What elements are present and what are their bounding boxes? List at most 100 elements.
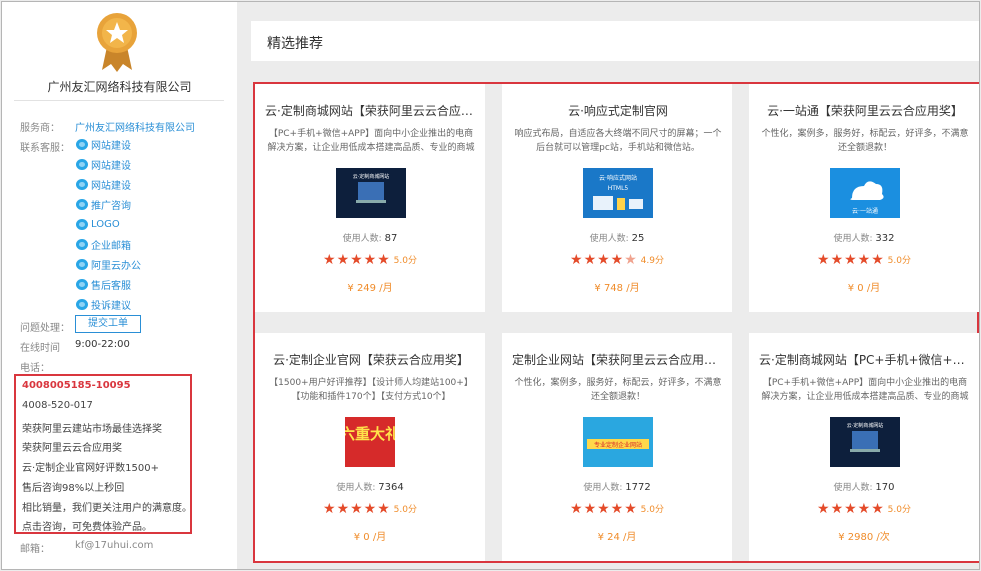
section-title: 精选推荐 [267, 36, 323, 52]
product-image-text: 云·定制商城网站 [847, 422, 884, 429]
support-item-aliyun-office[interactable]: 阿里云办公 [76, 256, 141, 272]
product-price: ¥ 24 /月 [597, 532, 637, 543]
seller-sidebar: 广州友汇网络科技有限公司 服务商： 广州友汇网络科技有限公司 联系客服： 网站建… [2, 2, 237, 569]
qq-icon [76, 238, 88, 250]
email-label: 邮箱： [20, 544, 50, 555]
product-price: ¥ 748 /月 [594, 283, 640, 294]
product-card[interactable]: 云·响应式定制官网 响应式布局，自适应各大终端不同尺寸的屏幕；一个后台就可以管理… [502, 84, 732, 312]
qq-icon [76, 178, 88, 190]
product-price: ¥ 0 /月 [847, 283, 881, 294]
product-image[interactable]: 六重大礼 [345, 417, 395, 467]
product-users: 使用人数: 7364 [336, 482, 404, 493]
product-rating: ★★★★★ 4.9分 [570, 252, 664, 268]
qq-icon [76, 278, 88, 290]
product-title[interactable]: 云·定制商城网站【荣获阿里云云合应用奖】 [265, 102, 477, 119]
product-card[interactable]: 云·一站通【荣获阿里云云合应用奖】 个性化，案例多，服务好，标配云，好评多，不满… [749, 84, 979, 312]
product-image-subtext: HTML5 [608, 185, 629, 192]
divider [14, 100, 224, 101]
product-users: 使用人数: 25 [589, 233, 645, 244]
info-line: 相比销量，我们更关注用户的满意度。 [22, 503, 192, 514]
product-price: ¥ 249 /月 [347, 283, 393, 294]
issue-label: 问题处理： [20, 323, 70, 334]
rating-stars-icon: ★★★★★ [817, 501, 885, 517]
product-users: 使用人数: 170 [833, 482, 895, 493]
support-item-website-2[interactable]: 网站建设 [76, 156, 131, 172]
support-label: 联系客服： [20, 143, 70, 154]
support-item-email[interactable]: 企业邮箱 [76, 236, 131, 252]
page-frame: 广州友汇网络科技有限公司 服务商： 广州友汇网络科技有限公司 联系客服： 网站建… [1, 1, 980, 570]
product-desc: 【PC+手机+微信+APP】面向中小企业推出的电商解决方案，让企业用低成本搭建高… [761, 378, 969, 402]
rating-stars-icon: ★★★★★ [323, 501, 391, 517]
product-rating: ★★★★★ 5.0分 [817, 501, 911, 517]
product-image-text: 云·一站通 [852, 207, 878, 215]
support-item-logo[interactable]: LOGO [76, 216, 120, 232]
product-image[interactable]: 云·响应式网站 HTML5 [583, 168, 653, 218]
support-item-website-3[interactable]: 网站建设 [76, 176, 131, 192]
product-card[interactable]: 云·定制商城网站【荣获阿里云云合应用奖】 【PC+手机+微信+APP】面向中小企… [255, 84, 485, 312]
submit-ticket-button[interactable]: 提交工单 [75, 315, 141, 333]
product-image[interactable]: 专业定制企业网站 [583, 417, 653, 467]
product-users: 使用人数: 332 [833, 233, 895, 244]
info-line: 荣获阿里云建站市场最佳选择奖 [22, 424, 162, 435]
product-image-text: 云·定制商城网站 [353, 173, 390, 180]
product-users: 使用人数: 1772 [583, 482, 651, 493]
info-line: 点击咨询，可免费体验产品。 [22, 522, 152, 533]
company-name: 广州友汇网络科技有限公司 [47, 80, 192, 94]
product-price: ¥ 2980 /次 [838, 532, 890, 543]
product-image-text: 专业定制企业网站 [594, 441, 642, 449]
product-price: ¥ 0 /月 [353, 532, 387, 543]
support-item-promotion[interactable]: 推广咨询 [76, 196, 131, 212]
email-value: kf@17uhui.com [75, 540, 154, 551]
info-line: 荣获阿里云云合应用奖 [22, 443, 122, 454]
phone-number-secondary: 4008-520-017 [22, 400, 93, 411]
product-card[interactable]: 云·定制企业官网【荣获云合应用奖】 【1500+用户好评推荐】【设计师人均建站1… [255, 333, 485, 561]
product-desc: 个性化，案例多，服务好，标配云，好评多，不满意还全额退款！ [514, 378, 722, 402]
product-users: 使用人数: 87 [342, 233, 398, 244]
provider-label: 服务商： [20, 123, 60, 134]
product-title[interactable]: 云·定制商城网站【PC+手机+微信+APP】 [759, 351, 971, 368]
product-title[interactable]: 云·定制企业官网【荣获云合应用奖】 [265, 351, 477, 368]
rating-stars-icon: ★★★★★ [570, 252, 638, 268]
phone-label: 电话： [20, 363, 50, 374]
support-item-aftersales[interactable]: 售后客服 [76, 276, 131, 292]
provider-link[interactable]: 广州友汇网络科技有限公司 [75, 119, 195, 134]
info-line: 售后咨询98%以上秒回 [22, 483, 125, 494]
product-rating: ★★★★★ 5.0分 [570, 501, 664, 517]
product-rating: ★★★★★ 5.0分 [323, 501, 417, 517]
product-image-text: 云·响应式网站 [599, 174, 637, 182]
phone-info-box: 4008005185-10095 4008-520-017 荣获阿里云建站市场最… [14, 374, 192, 534]
medal-icon [97, 13, 137, 72]
product-grid: 云·定制商城网站【荣获阿里云云合应用奖】 【PC+手机+微信+APP】面向中小企… [253, 82, 979, 563]
product-desc: 个性化，案例多，服务好，标配云，好评多，不满意还全额退款！ [761, 129, 969, 153]
qq-icon [76, 258, 88, 270]
product-image[interactable]: 云·定制商城网站 [830, 417, 900, 467]
qq-icon [76, 298, 88, 310]
section-header: 精选推荐 [251, 21, 979, 61]
rating-stars-icon: ★★★★★ [570, 501, 638, 517]
product-desc: 【1500+用户好评推荐】【设计师人均建站100+】【功能和插件170个】【支付… [269, 378, 473, 402]
product-image[interactable]: 云·定制商城网站 [336, 168, 406, 218]
rating-stars-icon: ★★★★★ [323, 252, 391, 268]
product-image[interactable]: 云·一站通 [830, 168, 900, 218]
product-desc: 【PC+手机+微信+APP】面向中小企业推出的电商解决方案，让企业用低成本搭建高… [267, 129, 475, 153]
rating-stars-icon: ★★★★★ [817, 252, 885, 268]
qq-icon [76, 138, 88, 150]
online-time-label: 在线时间 [20, 343, 60, 354]
product-image-text: 六重大礼 [345, 425, 395, 443]
qq-icon [76, 218, 88, 230]
qq-icon [76, 158, 88, 170]
support-item-complaint[interactable]: 投诉建议 [76, 296, 131, 312]
product-title[interactable]: 定制企业网站【荣获阿里云云合应用奖】 [512, 351, 724, 368]
info-line: 云·定制企业官网好评数1500+ [22, 463, 160, 474]
product-desc: 响应式布局，自适应各大终端不同尺寸的屏幕；一个后台就可以管理pc站，手机站和微信… [514, 129, 722, 153]
product-card[interactable]: 云·定制商城网站【PC+手机+微信+APP】 【PC+手机+微信+APP】面向中… [749, 333, 979, 561]
support-item-website-1[interactable]: 网站建设 [76, 136, 131, 152]
online-time-value: 9:00-22:00 [75, 339, 130, 350]
product-title[interactable]: 云·响应式定制官网 [512, 102, 724, 119]
product-title[interactable]: 云·一站通【荣获阿里云云合应用奖】 [759, 102, 971, 119]
product-card[interactable]: 定制企业网站【荣获阿里云云合应用奖】 个性化，案例多，服务好，标配云，好评多，不… [502, 333, 732, 561]
product-rating: ★★★★★ 5.0分 [817, 252, 911, 268]
phone-number-primary: 4008005185-10095 [22, 380, 131, 391]
qq-icon [76, 198, 88, 210]
product-rating: ★★★★★ 5.0分 [323, 252, 417, 268]
